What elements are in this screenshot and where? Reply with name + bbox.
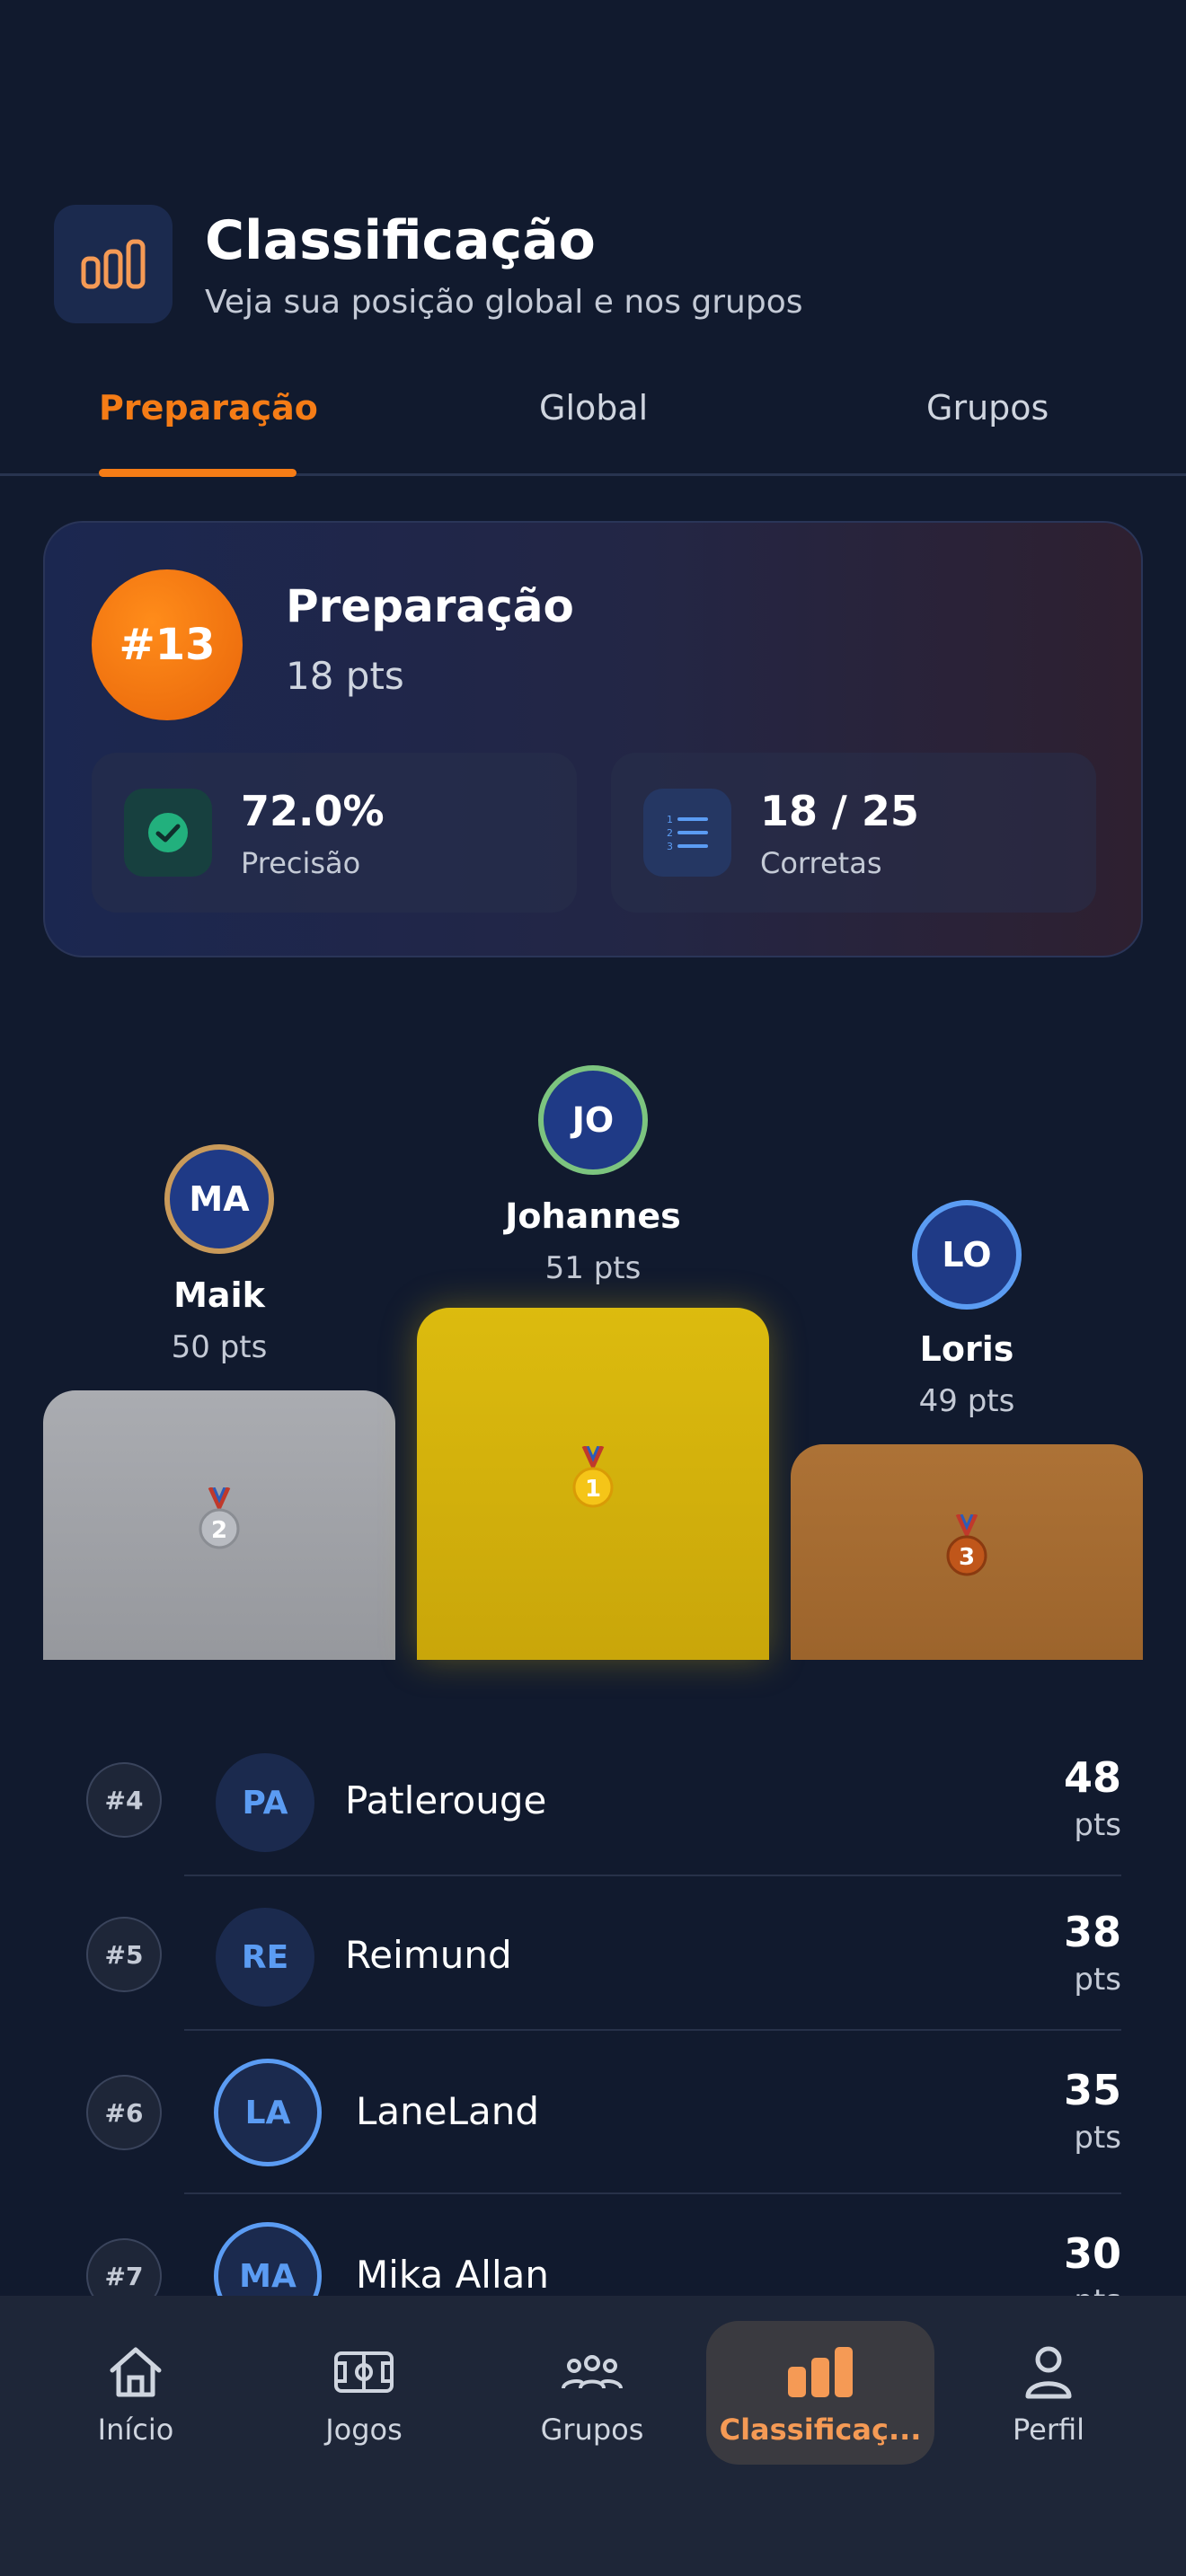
- tab-preparacao[interactable]: Preparação: [99, 366, 318, 476]
- rank-pill: #6: [86, 2075, 162, 2150]
- bottom-nav: Início Jogos Grupos Classificaç... Perfi…: [0, 2296, 1186, 2576]
- avatar: JO: [538, 1065, 648, 1175]
- nav-classificacao[interactable]: Classificaç...: [706, 2321, 934, 2465]
- rank-pill: #7: [86, 2238, 162, 2296]
- list-unit: pts: [1074, 1962, 1121, 1998]
- list-name: Patlerouge: [345, 1778, 547, 1822]
- svg-text:2: 2: [667, 827, 673, 839]
- podium-points: 51 pts: [544, 1250, 642, 1286]
- rank-pill: #4: [86, 1762, 162, 1838]
- summary-title: Preparação: [286, 580, 574, 632]
- nav-grupos[interactable]: Grupos: [478, 2321, 706, 2465]
- avatar: MA: [214, 2222, 322, 2296]
- correct-value: 18 / 25: [760, 787, 919, 835]
- page-subtitle: Veja sua posição global e nos grupos: [205, 284, 803, 321]
- svg-text:1: 1: [667, 814, 673, 825]
- precision-value: 72.0%: [241, 787, 385, 835]
- tab-global[interactable]: Global: [539, 366, 648, 476]
- precision-label: Precisão: [241, 846, 361, 880]
- avatar: LA: [214, 2059, 322, 2166]
- list-score: 38: [1063, 1908, 1121, 1956]
- svg-text:2: 2: [211, 1517, 227, 1544]
- nav-inicio[interactable]: Início: [22, 2321, 250, 2465]
- list-score: 30: [1063, 2229, 1121, 2278]
- list-item[interactable]: #4 PA Patlerouge 48 pts: [0, 1753, 1186, 1875]
- nav-label: Jogos: [325, 2413, 403, 2447]
- correct-stat: 1 2 3 18 / 25 Corretas: [611, 753, 1096, 913]
- list-item[interactable]: #5 RE Reimund 38 pts: [0, 1908, 1186, 2030]
- home-icon: [107, 2342, 164, 2402]
- tab-bar: Preparação Global Grupos: [0, 366, 1186, 477]
- svg-text:3: 3: [667, 841, 673, 852]
- list-name: Reimund: [345, 1933, 512, 1977]
- podium-block-third: 3: [791, 1444, 1143, 1660]
- silver-medal-icon: 2: [199, 1486, 240, 1563]
- list-score: 35: [1063, 2066, 1121, 2114]
- podium-points: 49 pts: [918, 1383, 1015, 1419]
- divider: [184, 1875, 1121, 1876]
- check-circle-icon: [124, 789, 212, 877]
- avatar: PA: [216, 1753, 314, 1852]
- nav-label: Perfil: [1012, 2413, 1085, 2447]
- user-rank-badge: #13: [92, 569, 243, 720]
- divider: [184, 2029, 1121, 2031]
- bronze-medal-icon: 3: [946, 1513, 987, 1590]
- nav-label: Início: [97, 2413, 174, 2447]
- list-unit: pts: [1074, 1807, 1121, 1843]
- user-icon: [1023, 2342, 1074, 2402]
- divider: [184, 2192, 1121, 2194]
- gold-medal-icon: 1: [572, 1444, 614, 1522]
- list-item[interactable]: #7 MA Mika Allan 30 pts: [0, 2222, 1186, 2296]
- numbered-list-icon: 1 2 3: [643, 789, 731, 877]
- avatar: LO: [912, 1200, 1022, 1310]
- page-header: Classificação Veja sua posição global e …: [54, 205, 1132, 323]
- nav-jogos[interactable]: Jogos: [250, 2321, 478, 2465]
- soccer-field-icon: [333, 2342, 394, 2402]
- svg-text:1: 1: [585, 1476, 601, 1503]
- bar-chart-icon: [54, 205, 173, 323]
- rank-pill: #5: [86, 1917, 162, 1992]
- svg-text:3: 3: [959, 1544, 975, 1571]
- avatar: RE: [216, 1908, 314, 2007]
- podium-name: Johannes: [505, 1196, 681, 1236]
- bar-chart-icon: [786, 2342, 854, 2402]
- avatar: MA: [164, 1144, 274, 1254]
- list-unit: pts: [1074, 2120, 1121, 2156]
- active-tab-indicator: [99, 469, 296, 477]
- summary-points: 18 pts: [286, 654, 404, 698]
- list-score: 48: [1063, 1753, 1121, 1802]
- podium-block-first: 1: [417, 1308, 769, 1660]
- tab-grupos[interactable]: Grupos: [926, 366, 1049, 476]
- nav-perfil[interactable]: Perfil: [934, 2321, 1163, 2465]
- podium-points: 50 pts: [171, 1329, 268, 1365]
- list-unit: pts: [1074, 2283, 1121, 2296]
- podium-name: Loris: [919, 1329, 1014, 1369]
- nav-label: Grupos: [540, 2413, 644, 2447]
- user-summary-card: #13 Preparação 18 pts 72.0% Precisão 1 2…: [43, 521, 1143, 957]
- precision-stat: 72.0% Precisão: [92, 753, 577, 913]
- nav-label: Classificaç...: [719, 2413, 922, 2447]
- podium-block-second: 2: [43, 1390, 395, 1660]
- list-name: LaneLand: [356, 2089, 540, 2133]
- list-item[interactable]: #6 LA LaneLand 35 pts: [0, 2059, 1186, 2184]
- list-name: Mika Allan: [356, 2253, 550, 2296]
- correct-label: Corretas: [760, 846, 882, 880]
- page-title: Classificação: [205, 209, 596, 272]
- group-icon: [561, 2342, 624, 2402]
- podium-name: Maik: [173, 1275, 265, 1315]
